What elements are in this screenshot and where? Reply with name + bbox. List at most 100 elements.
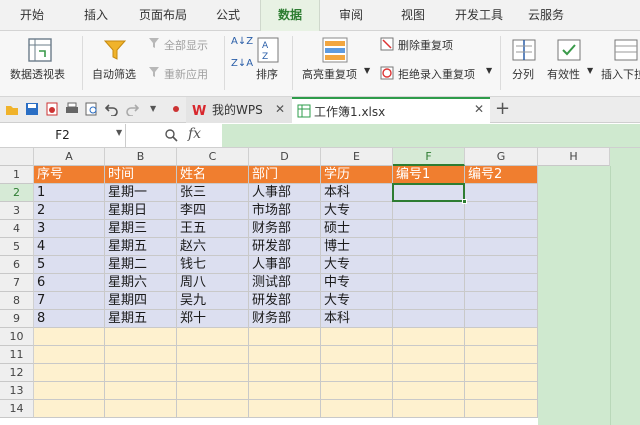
chevron-down-icon[interactable]: ▼: [364, 66, 370, 75]
column-header-c[interactable]: C: [177, 148, 249, 166]
table-cell[interactable]: [249, 364, 321, 382]
tab-formula[interactable]: 公式: [204, 0, 252, 31]
table-cell[interactable]: [177, 364, 249, 382]
table-cell[interactable]: [393, 292, 465, 310]
table-cell[interactable]: 财务部: [249, 220, 321, 238]
row-header[interactable]: 3: [0, 202, 34, 220]
table-cell[interactable]: [249, 382, 321, 400]
show-all-button[interactable]: 全部显示: [164, 37, 208, 53]
table-cell[interactable]: 星期五: [105, 310, 177, 328]
table-cell[interactable]: 7: [34, 292, 105, 310]
row-header[interactable]: 6: [0, 256, 34, 274]
table-cell[interactable]: [321, 382, 393, 400]
table-cell[interactable]: 星期三: [105, 220, 177, 238]
highlight-duplicates-icon[interactable]: [322, 37, 348, 63]
table-cell[interactable]: [465, 274, 538, 292]
table-header-cell[interactable]: 时间: [105, 166, 177, 184]
table-cell[interactable]: 2: [34, 202, 105, 220]
table-cell[interactable]: [393, 310, 465, 328]
tab-workbook[interactable]: 工作簿1.xlsx: [292, 97, 490, 123]
zoom-search-icon[interactable]: [164, 128, 178, 142]
table-cell[interactable]: 财务部: [249, 310, 321, 328]
table-cell[interactable]: 赵六: [177, 238, 249, 256]
table-cell[interactable]: 研发部: [249, 238, 321, 256]
table-cell[interactable]: [105, 328, 177, 346]
table-cell[interactable]: [105, 364, 177, 382]
table-cell[interactable]: [34, 346, 105, 364]
select-all-corner[interactable]: [0, 148, 34, 166]
undo-icon[interactable]: [105, 102, 119, 116]
table-cell[interactable]: 星期四: [105, 292, 177, 310]
column-header-g[interactable]: G: [465, 148, 538, 166]
table-cell[interactable]: [393, 400, 465, 418]
table-cell[interactable]: [105, 400, 177, 418]
table-cell[interactable]: 星期二: [105, 256, 177, 274]
redo-icon[interactable]: [125, 102, 139, 116]
table-cell[interactable]: 本科: [321, 184, 393, 202]
table-cell[interactable]: [249, 328, 321, 346]
tab-developer[interactable]: 开发工具: [450, 0, 508, 31]
column-header-a[interactable]: A: [34, 148, 105, 166]
reapply-button[interactable]: 重新应用: [164, 66, 208, 82]
row-header[interactable]: 11: [0, 346, 34, 364]
table-cell[interactable]: [105, 346, 177, 364]
customize-toolbar-icon[interactable]: [170, 103, 182, 115]
row-header[interactable]: 5: [0, 238, 34, 256]
table-cell[interactable]: [465, 184, 538, 202]
table-cell[interactable]: 王五: [177, 220, 249, 238]
table-cell[interactable]: [393, 364, 465, 382]
table-cell[interactable]: [465, 220, 538, 238]
table-cell[interactable]: [465, 346, 538, 364]
table-cell[interactable]: [34, 328, 105, 346]
column-header-b[interactable]: B: [105, 148, 177, 166]
table-cell[interactable]: [465, 400, 538, 418]
table-cell[interactable]: 博士: [321, 238, 393, 256]
table-cell[interactable]: 星期六: [105, 274, 177, 292]
insert-dropdown-button[interactable]: 插入下拉: [601, 66, 640, 82]
table-cell[interactable]: 本科: [321, 310, 393, 328]
table-cell[interactable]: [249, 346, 321, 364]
tab-home[interactable]: 开始: [8, 0, 56, 31]
table-cell[interactable]: 周八: [177, 274, 249, 292]
formula-input[interactable]: [222, 124, 640, 147]
row-header[interactable]: 2: [0, 184, 34, 202]
save-icon[interactable]: [25, 102, 39, 116]
table-cell[interactable]: [465, 382, 538, 400]
table-header-cell[interactable]: 编号1: [393, 166, 465, 184]
table-cell[interactable]: [393, 220, 465, 238]
table-cell[interactable]: [177, 328, 249, 346]
tab-view[interactable]: 视图: [390, 0, 436, 31]
table-header-cell[interactable]: 学历: [321, 166, 393, 184]
table-cell[interactable]: [321, 346, 393, 364]
table-cell[interactable]: [34, 382, 105, 400]
table-cell[interactable]: [249, 400, 321, 418]
table-cell[interactable]: 李四: [177, 202, 249, 220]
sort-descending-icon[interactable]: Z↓A: [231, 58, 253, 69]
open-folder-icon[interactable]: [5, 102, 19, 116]
table-cell[interactable]: 6: [34, 274, 105, 292]
table-cell[interactable]: [465, 202, 538, 220]
tab-insert[interactable]: 插入: [72, 0, 120, 31]
table-cell[interactable]: [465, 238, 538, 256]
chevron-down-icon[interactable]: ▼: [587, 66, 593, 75]
row-header[interactable]: 1: [0, 166, 34, 184]
row-header[interactable]: 8: [0, 292, 34, 310]
table-cell[interactable]: 星期日: [105, 202, 177, 220]
table-cell[interactable]: 钱七: [177, 256, 249, 274]
table-cell[interactable]: [177, 382, 249, 400]
table-cell[interactable]: 市场部: [249, 202, 321, 220]
table-cell[interactable]: 4: [34, 238, 105, 256]
table-cell[interactable]: [465, 310, 538, 328]
insert-dropdown-icon[interactable]: [614, 37, 638, 63]
row-header[interactable]: 12: [0, 364, 34, 382]
table-cell[interactable]: [321, 400, 393, 418]
table-header-cell[interactable]: 姓名: [177, 166, 249, 184]
table-cell[interactable]: 星期一: [105, 184, 177, 202]
chevron-down-icon[interactable]: ▼: [116, 128, 122, 137]
table-header-cell[interactable]: 部门: [249, 166, 321, 184]
table-cell[interactable]: [321, 364, 393, 382]
row-header[interactable]: 9: [0, 310, 34, 328]
table-cell[interactable]: [393, 382, 465, 400]
tab-data[interactable]: 数据: [260, 0, 320, 31]
table-cell[interactable]: [393, 238, 465, 256]
